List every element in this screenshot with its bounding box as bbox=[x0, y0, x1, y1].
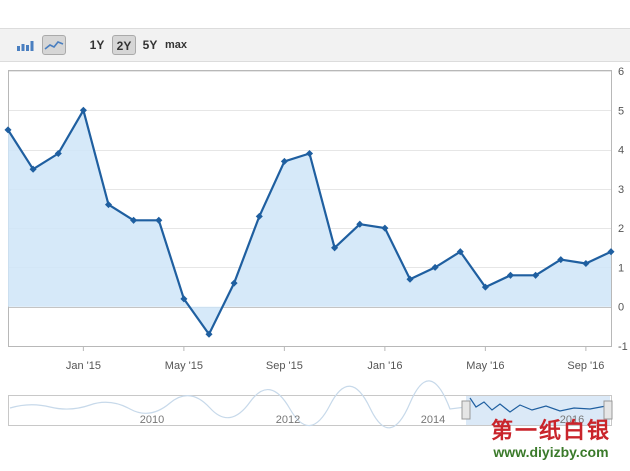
x-tick-label: Jan '16 bbox=[367, 360, 402, 372]
watermark-url: www.diyizby.com bbox=[493, 444, 609, 460]
y-tick-label: 4 bbox=[618, 145, 624, 157]
x-tick-label: Jan '15 bbox=[66, 360, 101, 372]
y-tick-label: 2 bbox=[618, 223, 624, 235]
range-button-max[interactable]: max bbox=[163, 35, 189, 55]
y-tick-label: 3 bbox=[618, 184, 624, 196]
x-tick-label: Sep '16 bbox=[567, 360, 604, 372]
y-tick-label: 1 bbox=[618, 262, 624, 274]
x-tick-label: May '16 bbox=[466, 360, 504, 372]
range-button-1y[interactable]: 1Y bbox=[86, 35, 108, 55]
range-button-2y[interactable]: 2Y bbox=[112, 35, 136, 55]
navigator-year-label: 2014 bbox=[421, 414, 445, 426]
range-button-5y[interactable]: 5Y bbox=[139, 35, 161, 55]
navigator-right-handle[interactable] bbox=[603, 400, 613, 420]
navigator-left-handle[interactable] bbox=[461, 400, 471, 420]
watermark-title: 第一纸白银 bbox=[490, 418, 611, 443]
chart-area: -1 0 1 2 3 4 5 6 Jan '15 May '15 Sep '15 Jan '16 Ma… bbox=[4, 66, 628, 429]
y-tick-label: 0 bbox=[618, 302, 624, 314]
chart-toolbar: 1Y 2Y 5Y max bbox=[0, 28, 630, 62]
watermark: 第一纸白银 www.diyizby.com bbox=[476, 418, 626, 460]
line-chart-icon[interactable] bbox=[42, 35, 66, 55]
y-tick-label: 6 bbox=[618, 66, 624, 78]
x-axis-labels: Jan '15 May '15 Sep '15 Jan '16 May '16 Sep '… bbox=[66, 346, 604, 372]
navigator-year-label: 2010 bbox=[140, 414, 164, 426]
navigator-year-label: 2012 bbox=[276, 414, 300, 426]
y-tick-label: -1 bbox=[618, 341, 628, 353]
series-area-fill bbox=[8, 110, 611, 335]
y-tick-label: 5 bbox=[618, 105, 624, 117]
y-axis-labels: -1 0 1 2 3 4 5 6 bbox=[618, 66, 628, 353]
bar-chart-icon[interactable] bbox=[14, 35, 36, 55]
x-tick-label: May '15 bbox=[165, 360, 203, 372]
x-tick-label: Sep '15 bbox=[266, 360, 303, 372]
